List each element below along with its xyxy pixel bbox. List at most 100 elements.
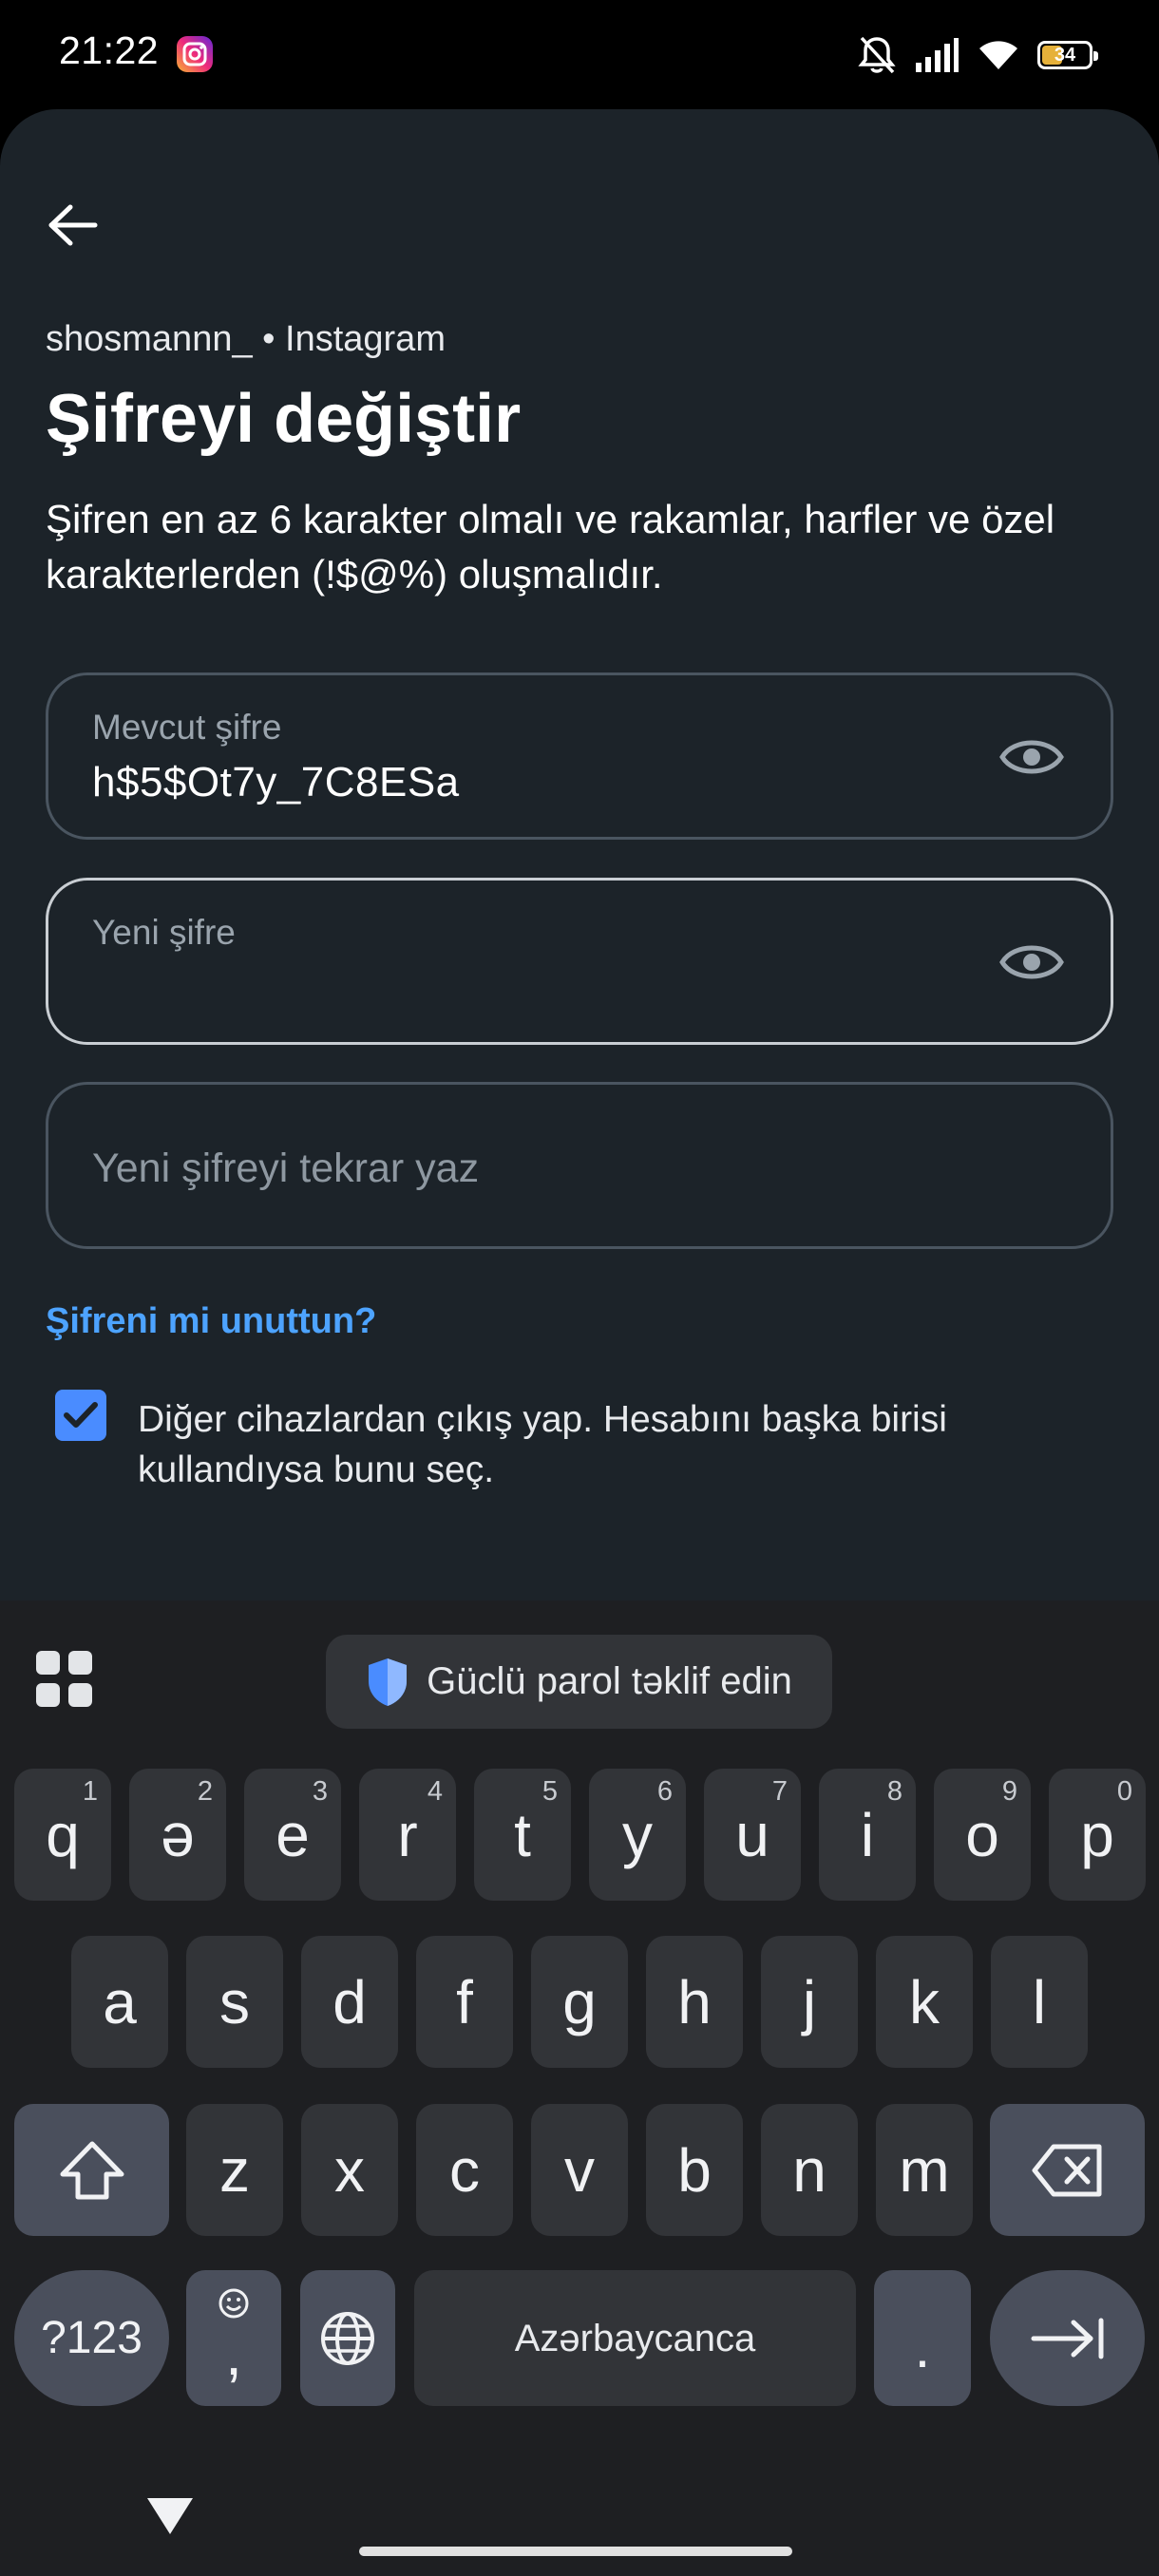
key-b[interactable]: b <box>646 2104 743 2236</box>
key-label: y <box>622 1800 653 1869</box>
page-title: Şifreyi değiştir <box>46 381 522 457</box>
key-label: o <box>965 1800 999 1869</box>
backspace-icon <box>1032 2144 1101 2196</box>
space-key-label: Azərbaycanca <box>514 2317 756 2359</box>
key-x[interactable]: x <box>301 2104 398 2236</box>
shift-key[interactable] <box>14 2104 169 2236</box>
key-label: f <box>456 1967 473 2036</box>
key-g[interactable]: g <box>531 1936 628 2068</box>
key-number-hint: 3 <box>312 1776 328 1807</box>
key-label: h <box>677 1967 712 2036</box>
key-number-hint: 9 <box>1001 1776 1017 1807</box>
key-label: t <box>514 1800 531 1869</box>
key-o[interactable]: o9 <box>934 1769 1031 1901</box>
bell-muted-icon <box>858 36 896 74</box>
shift-icon <box>60 2141 124 2199</box>
key-label: k <box>909 1967 940 2036</box>
key-h[interactable]: h <box>646 1936 743 2068</box>
status-icons: 34 <box>857 32 1098 78</box>
battery-icon: 34 <box>1037 41 1098 69</box>
keyboard <box>0 1601 1159 2576</box>
comma-label: , <box>225 2320 242 2388</box>
key-i[interactable]: i8 <box>819 1769 916 1901</box>
repeat-password-placeholder: Yeni şifreyi tekrar yaz <box>92 1146 480 1191</box>
home-indicator[interactable] <box>359 2547 792 2556</box>
back-button[interactable] <box>38 190 108 260</box>
language-key[interactable] <box>300 2270 395 2406</box>
key-p[interactable]: p0 <box>1049 1769 1146 1901</box>
key-s[interactable]: s <box>186 1936 283 2068</box>
signal-icon <box>916 38 959 72</box>
eye-icon[interactable] <box>998 730 1065 784</box>
key-label: l <box>1032 1967 1047 2036</box>
instagram-icon <box>177 36 213 72</box>
key-number-hint: 6 <box>656 1776 673 1807</box>
key-q[interactable]: q1 <box>14 1769 111 1901</box>
checkmark-icon <box>64 1402 98 1428</box>
key-number-hint: 4 <box>427 1776 443 1807</box>
key-y[interactable]: y6 <box>589 1769 686 1901</box>
key-label: v <box>564 2135 595 2205</box>
key-label: e <box>276 1800 310 1869</box>
key-label: n <box>792 2135 826 2205</box>
logout-other-devices-checkbox[interactable] <box>55 1390 106 1441</box>
status-time: 21:22 <box>59 28 160 72</box>
key-z[interactable]: z <box>186 2104 283 2236</box>
key-number-hint: 7 <box>771 1776 788 1807</box>
current-password-value: h$5$Ot7y_7C8ESa <box>92 759 460 805</box>
eye-icon[interactable] <box>998 936 1065 989</box>
symbols-key[interactable]: ?123 <box>14 2270 169 2406</box>
key-ə[interactable]: ə2 <box>129 1769 226 1901</box>
emoji-comma-key[interactable]: , <box>186 2270 281 2406</box>
key-t[interactable]: t5 <box>474 1769 571 1901</box>
new-password-field[interactable]: Yeni şifre <box>46 878 1113 1045</box>
arrow-left-icon <box>48 204 98 246</box>
key-number-hint: 1 <box>82 1776 98 1807</box>
key-m[interactable]: m <box>876 2104 973 2236</box>
key-r[interactable]: r4 <box>359 1769 456 1901</box>
backspace-key[interactable] <box>990 2104 1145 2236</box>
key-j[interactable]: j <box>761 1936 858 2068</box>
account-line: shosmannn_ • Instagram <box>46 319 446 359</box>
key-label: p <box>1080 1800 1114 1869</box>
period-key-label: . <box>914 2316 931 2379</box>
key-c[interactable]: c <box>416 2104 513 2236</box>
battery-level: 34 <box>1054 44 1076 66</box>
strong-password-suggestion[interactable]: Güclü parol təklif edin <box>326 1635 832 1729</box>
key-label: b <box>677 2135 712 2205</box>
enter-key[interactable] <box>990 2270 1145 2406</box>
suggestion-label: Güclü parol təklif edin <box>427 1660 792 1702</box>
key-e[interactable]: e3 <box>244 1769 341 1901</box>
key-label: x <box>334 2135 365 2205</box>
key-f[interactable]: f <box>416 1936 513 2068</box>
repeat-password-field[interactable]: Yeni şifreyi tekrar yaz <box>46 1082 1113 1249</box>
key-label: i <box>860 1800 875 1869</box>
key-v[interactable]: v <box>531 2104 628 2236</box>
current-password-field[interactable]: Mevcut şifre h$5$Ot7y_7C8ESa <box>46 672 1113 840</box>
key-number-hint: 5 <box>542 1776 558 1807</box>
key-n[interactable]: n <box>761 2104 858 2236</box>
key-label: m <box>899 2135 950 2205</box>
key-label: r <box>397 1800 418 1869</box>
key-label: g <box>562 1967 597 2036</box>
key-label: a <box>103 1967 137 2036</box>
key-l[interactable]: l <box>991 1936 1088 2068</box>
wifi-icon <box>979 41 1017 69</box>
current-password-label: Mevcut şifre <box>92 708 282 747</box>
forgot-password-link[interactable]: Şifreni mi unuttun? <box>46 1301 376 1342</box>
key-label: c <box>449 2135 480 2205</box>
key-label: z <box>219 2135 250 2205</box>
key-label: s <box>219 1967 250 2036</box>
key-number-hint: 8 <box>886 1776 902 1807</box>
hide-keyboard-icon[interactable] <box>144 2491 196 2542</box>
key-d[interactable]: d <box>301 1936 398 2068</box>
space-key[interactable]: Azərbaycanca <box>414 2270 856 2406</box>
keyboard-apps-icon[interactable] <box>36 1651 93 1708</box>
key-a[interactable]: a <box>71 1936 168 2068</box>
period-key[interactable]: . <box>874 2270 971 2406</box>
symbols-key-label: ?123 <box>41 2312 142 2363</box>
tab-next-icon <box>1031 2318 1103 2358</box>
page-description: Şifren en az 6 karakter olmalı ve rakaml… <box>46 497 1055 597</box>
key-k[interactable]: k <box>876 1936 973 2068</box>
key-u[interactable]: u7 <box>704 1769 801 1901</box>
